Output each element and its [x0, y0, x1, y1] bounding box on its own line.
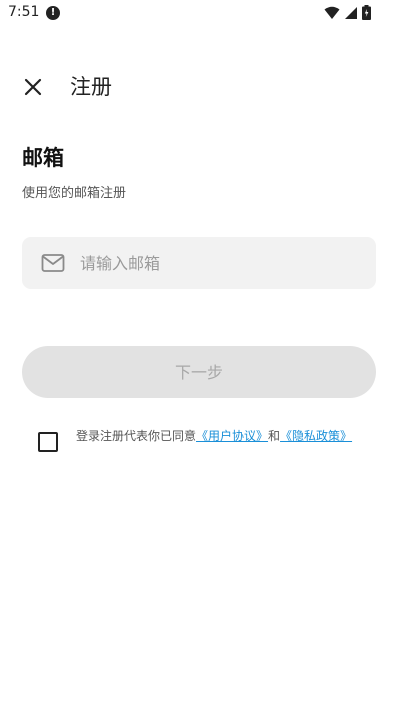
agreement-text: 登录注册代表你已同意《用户协议》和《隐私政策》: [76, 430, 372, 443]
wifi-icon: [324, 6, 340, 19]
mail-icon: [41, 254, 65, 272]
close-button[interactable]: [18, 72, 48, 102]
agreement-conjunction: 和: [268, 429, 281, 443]
section-title: 邮箱: [22, 146, 64, 170]
close-icon: [24, 78, 42, 96]
signal-icon: [345, 6, 357, 19]
status-bar: 7:51 !: [0, 0, 399, 28]
email-field[interactable]: [22, 237, 376, 289]
status-time: 7:51: [8, 4, 40, 20]
agreement-prefix: 登录注册代表你已同意: [76, 429, 197, 443]
agreement-checkbox[interactable]: [38, 432, 58, 452]
privacy-policy-link[interactable]: 《隐私政策》: [280, 429, 352, 443]
battery-icon: [362, 5, 371, 20]
user-agreement-link[interactable]: 《用户协议》: [196, 429, 268, 443]
section-subtitle: 使用您的邮箱注册: [22, 186, 127, 201]
status-icons: [324, 5, 371, 20]
page-title: 注册: [70, 75, 112, 99]
register-screen: 7:51 ! 注册 邮箱 使用您的邮箱注册 请输入邮箱 下一步 登录注册代表你已…: [0, 0, 399, 709]
exclamation-circle-icon: !: [46, 6, 60, 20]
email-input[interactable]: [80, 237, 360, 289]
next-button[interactable]: 下一步: [22, 346, 376, 398]
